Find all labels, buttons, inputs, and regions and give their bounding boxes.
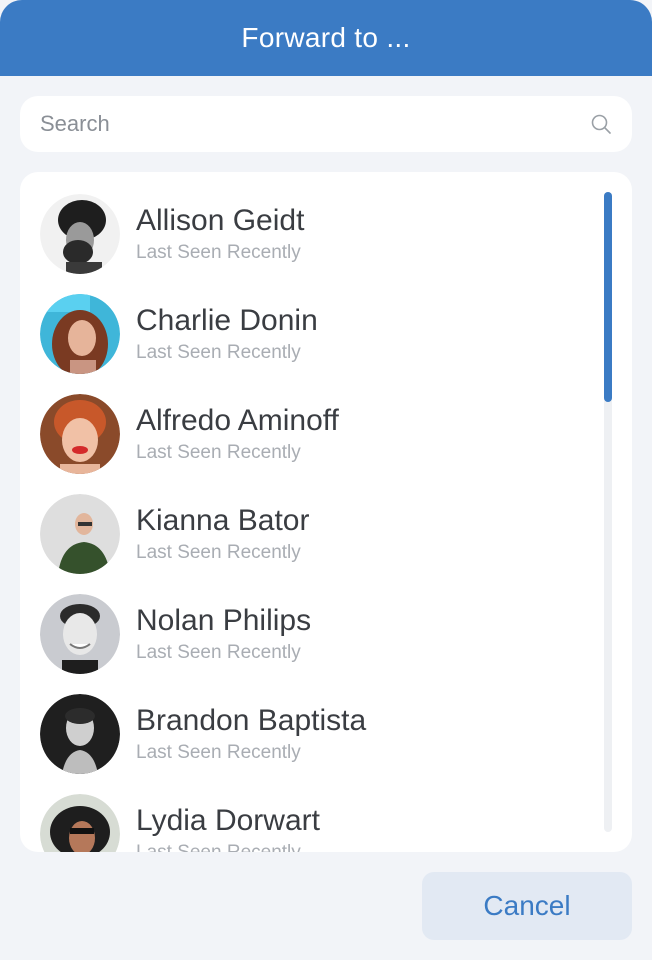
dialog-title: Forward to ... xyxy=(241,22,411,53)
contact-name: Allison Geidt xyxy=(136,204,305,237)
contact-item[interactable]: Charlie Donin Last Seen Recently xyxy=(40,292,580,376)
contact-list[interactable]: Allison Geidt Last Seen Recently Charlie… xyxy=(20,172,600,852)
contact-name: Charlie Donin xyxy=(136,304,318,337)
avatar xyxy=(40,394,120,474)
avatar xyxy=(40,494,120,574)
contact-status: Last Seen Recently xyxy=(136,242,301,263)
avatar xyxy=(40,694,120,774)
avatar xyxy=(40,294,120,374)
search-input[interactable] xyxy=(40,111,590,137)
contact-name: Kianna Bator xyxy=(136,504,310,537)
contact-item[interactable]: Brandon Baptista Last Seen Recently xyxy=(40,692,580,776)
contact-name: Brandon Baptista xyxy=(136,704,367,737)
search-icon[interactable] xyxy=(590,113,612,135)
contact-status: Last Seen Recently xyxy=(136,742,301,763)
contact-list-panel: Allison Geidt Last Seen Recently Charlie… xyxy=(20,172,632,852)
dialog-header: Forward to ... xyxy=(0,0,652,76)
contact-item[interactable]: Alfredo Aminoff Last Seen Recently xyxy=(40,392,580,476)
contact-name: Lydia Dorwart xyxy=(136,804,320,837)
contact-item[interactable]: Nolan Philips Last Seen Recently xyxy=(40,592,580,676)
contact-status: Last Seen Recently xyxy=(136,542,301,563)
contact-status: Last Seen Recently xyxy=(136,642,301,663)
contact-name: Nolan Philips xyxy=(136,604,312,637)
contact-item[interactable]: Lydia Dorwart Last Seen Recently xyxy=(40,792,580,852)
avatar xyxy=(40,594,120,674)
contact-item[interactable]: Kianna Bator Last Seen Recently xyxy=(40,492,580,576)
contact-status: Last Seen Recently xyxy=(136,841,320,852)
contact-status: Last Seen Recently xyxy=(136,442,301,463)
avatar xyxy=(40,194,120,274)
search-bar[interactable] xyxy=(20,96,632,152)
scrollbar-thumb[interactable] xyxy=(604,192,612,402)
avatar xyxy=(40,794,120,852)
contact-item[interactable]: Allison Geidt Last Seen Recently xyxy=(40,192,580,276)
contact-status: Last Seen Recently xyxy=(136,342,301,363)
forward-dialog: Forward to ... Search Allison Geidt Last… xyxy=(0,0,652,960)
contact-name: Alfredo Aminoff xyxy=(136,404,339,437)
scrollbar-track[interactable] xyxy=(604,192,612,832)
cancel-button[interactable]: Cancel xyxy=(422,872,632,940)
